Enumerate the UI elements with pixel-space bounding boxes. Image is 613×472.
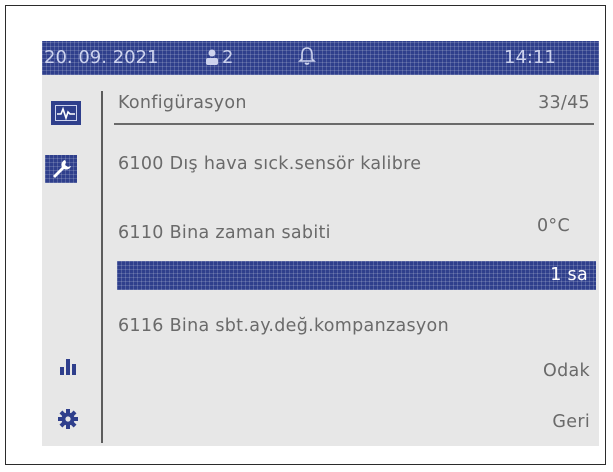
wrench-icon bbox=[53, 160, 71, 178]
page-counter: 33/45 bbox=[538, 93, 590, 113]
header-divider bbox=[114, 123, 594, 125]
param-6110-value[interactable]: 1 sa bbox=[550, 265, 588, 285]
param-6110-label[interactable]: 6110 Bina zaman sabiti bbox=[118, 223, 331, 243]
status-date: 20. 09. 2021 bbox=[44, 47, 159, 68]
sidebar-item-configuration[interactable] bbox=[45, 155, 77, 183]
back-softkey[interactable]: Geri bbox=[552, 412, 590, 432]
status-bar: 20. 09. 2021 2 14:11 bbox=[42, 41, 599, 75]
gear-icon bbox=[58, 409, 78, 429]
sidebar-item-settings[interactable] bbox=[53, 407, 83, 431]
selected-value-row[interactable]: 1 sa bbox=[117, 261, 596, 290]
monitor-icon bbox=[55, 105, 77, 121]
parameter-list: Konfigürasyon 33/45 6100 Dış hava sıck.s… bbox=[114, 75, 596, 446]
sidebar-divider bbox=[101, 91, 103, 443]
bar-chart-icon bbox=[60, 359, 76, 375]
sidebar-item-statistics[interactable] bbox=[53, 354, 83, 378]
param-6100-value[interactable]: 0°C bbox=[537, 216, 570, 236]
status-user-count: 2 bbox=[222, 47, 234, 68]
page-title: Konfigürasyon bbox=[118, 93, 247, 113]
sidebar-item-monitor[interactable] bbox=[51, 101, 81, 125]
sidebar bbox=[42, 75, 100, 446]
status-time: 14:11 bbox=[504, 47, 556, 68]
user-icon bbox=[205, 49, 219, 70]
device-frame: 20. 09. 2021 2 14:11 Konfigürasyon 33/45… bbox=[5, 5, 606, 465]
param-6100-label[interactable]: 6100 Dış hava sıck.sensör kalibre bbox=[118, 154, 421, 174]
focus-softkey[interactable]: Odak bbox=[543, 361, 590, 381]
display-screen: 20. 09. 2021 2 14:11 Konfigürasyon 33/45… bbox=[42, 41, 599, 446]
param-6116-label[interactable]: 6116 Bina sbt.ay.değ.kompanzasyon bbox=[118, 316, 449, 336]
bell-icon[interactable] bbox=[298, 46, 316, 71]
